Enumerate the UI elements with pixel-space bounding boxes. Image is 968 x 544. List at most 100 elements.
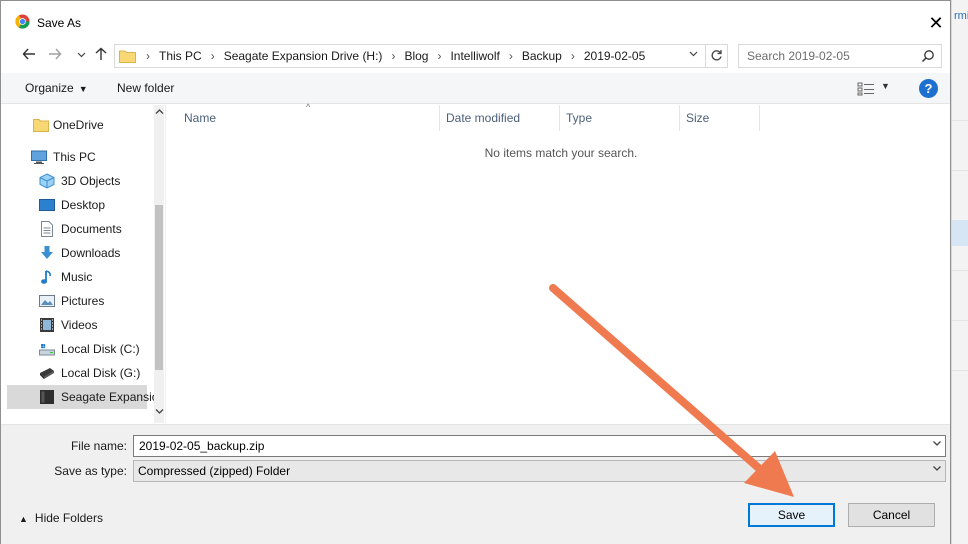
breadcrumb-separator[interactable]: › <box>566 49 580 63</box>
breadcrumb-separator[interactable]: › <box>386 49 400 63</box>
save-button[interactable]: Save <box>748 503 835 527</box>
sidebar-item-label: Music <box>61 270 93 284</box>
up-button[interactable] <box>91 47 111 65</box>
scroll-down-icon[interactable] <box>154 407 164 417</box>
sidebar-item-videos[interactable]: Videos <box>7 313 147 337</box>
chrome-icon <box>15 14 30 29</box>
background-divider <box>952 320 968 321</box>
sidebar-item-local-disk-g[interactable]: Local Disk (G:) <box>7 361 147 385</box>
music-icon <box>41 270 51 284</box>
navigation-pane: OneDrive This PC 3D Objects Desktop Docu… <box>7 105 164 423</box>
search-box[interactable] <box>738 44 942 68</box>
background-divider <box>952 170 968 171</box>
search-icon[interactable] <box>921 49 935 63</box>
chevron-down-icon <box>155 409 163 414</box>
sidebar-item-label: 3D Objects <box>61 174 121 188</box>
breadcrumb-separator[interactable]: › <box>206 49 220 63</box>
breadcrumb-current-folder[interactable]: 2019-02-05 <box>580 49 649 63</box>
refresh-icon <box>711 50 722 61</box>
external-drive-icon <box>40 390 54 404</box>
film-icon <box>40 318 54 332</box>
filename-field[interactable]: 2019-02-05_backup.zip <box>133 435 946 457</box>
arrow-left-icon <box>22 48 35 60</box>
sidebar-item-seagate-expansion[interactable]: Seagate Expansio <box>7 385 158 409</box>
window-title: Save As <box>37 16 82 30</box>
background-divider <box>952 270 968 271</box>
save-options-panel: File name: 2019-02-05_backup.zip Save as… <box>1 424 950 544</box>
sidebar-item-documents[interactable]: Documents <box>7 217 147 241</box>
column-header-size[interactable]: Size <box>680 105 760 131</box>
address-bar[interactable]: › This PC › Seagate Expansion Drive (H:)… <box>114 44 728 68</box>
back-button[interactable] <box>19 47 39 65</box>
empty-message: No items match your search. <box>484 146 638 160</box>
sidebar-item-3d-objects[interactable]: 3D Objects <box>7 169 147 193</box>
sidebar-item-label: OneDrive <box>53 118 104 132</box>
navigation-scrollbar[interactable] <box>154 105 164 423</box>
chevron-up-icon: ▲ <box>19 514 28 524</box>
help-icon[interactable]: ? <box>919 79 938 98</box>
sidebar-item-onedrive[interactable]: OneDrive <box>7 113 147 137</box>
breadcrumb-intelliwolf[interactable]: Intelliwolf <box>446 49 503 63</box>
sidebar-item-local-disk-c[interactable]: Local Disk (C:) <box>7 337 147 361</box>
scrollbar-thumb[interactable] <box>155 205 163 370</box>
organize-menu[interactable]: Organize ▼ <box>25 81 88 95</box>
chevron-down-icon[interactable] <box>932 463 942 476</box>
address-dropdown-button[interactable] <box>684 48 702 64</box>
filename-label: File name: <box>70 439 127 453</box>
folder-icon <box>33 119 49 132</box>
forward-button[interactable] <box>45 47 65 65</box>
breadcrumb-backup[interactable]: Backup <box>518 49 566 63</box>
folder-icon <box>119 50 136 63</box>
breadcrumb-this-pc[interactable]: This PC <box>155 49 206 63</box>
view-options-icon[interactable] <box>857 82 875 96</box>
sidebar-item-pictures[interactable]: Pictures <box>7 289 147 313</box>
picture-icon <box>39 295 55 307</box>
chevron-down-icon[interactable] <box>932 438 942 451</box>
arrow-up-icon <box>95 47 107 60</box>
scroll-up-icon[interactable] <box>154 107 164 117</box>
arrow-right-icon <box>49 48 62 60</box>
breadcrumb-seagate-drive[interactable]: Seagate Expansion Drive (H:) <box>220 49 387 63</box>
sidebar-item-label: This PC <box>53 150 96 164</box>
filetype-select[interactable]: Compressed (zipped) Folder <box>133 460 946 482</box>
background-text: rmi <box>954 10 968 22</box>
new-folder-button[interactable]: New folder <box>117 81 174 95</box>
sidebar-item-label: Desktop <box>61 198 106 212</box>
hide-folders-label: Hide Folders <box>34 511 103 525</box>
hide-folders-toggle[interactable]: ▲ Hide Folders <box>19 511 103 525</box>
drive-icon <box>39 344 55 356</box>
sidebar-item-music[interactable]: Music <box>7 265 147 289</box>
breadcrumb-separator[interactable]: › <box>504 49 518 63</box>
chevron-up-icon <box>155 109 163 114</box>
cancel-button[interactable]: Cancel <box>848 503 935 527</box>
sidebar-item-downloads[interactable]: Downloads <box>7 241 147 265</box>
search-input[interactable] <box>739 45 919 67</box>
column-header-name[interactable]: Name <box>178 105 440 131</box>
sidebar-item-desktop[interactable]: Desktop <box>7 193 147 217</box>
column-header-date-modified[interactable]: Date modified <box>440 105 560 131</box>
command-bar: Organize ▼ New folder ▼ ? <box>1 73 950 104</box>
document-icon <box>41 221 53 237</box>
refresh-button[interactable] <box>705 45 727 67</box>
background-highlight <box>952 220 968 246</box>
breadcrumb-blog[interactable]: Blog <box>400 49 432 63</box>
chevron-down-icon <box>689 51 697 57</box>
recent-locations-button[interactable] <box>71 47 91 65</box>
breadcrumb-separator: › <box>146 49 150 63</box>
filename-value[interactable]: 2019-02-05_backup.zip <box>139 439 264 453</box>
title-bar: Save As ✕ <box>1 1 950 42</box>
sidebar-item-label: Videos <box>61 318 98 332</box>
computer-icon <box>31 150 47 164</box>
breadcrumb-separator[interactable]: › <box>432 49 446 63</box>
caret-down-icon: ▼ <box>78 84 88 94</box>
chevron-down-icon <box>77 52 85 58</box>
background-window: rmi <box>951 0 968 544</box>
sidebar-item-label: Downloads <box>61 246 121 260</box>
close-button[interactable]: ✕ <box>921 11 951 35</box>
download-icon <box>41 246 53 259</box>
file-list: ^ Name Date modified Type Size No items … <box>165 102 950 423</box>
view-dropdown-icon[interactable]: ▼ <box>881 81 890 91</box>
sidebar-item-this-pc[interactable]: This PC <box>7 145 147 169</box>
column-header-type[interactable]: Type <box>560 105 680 131</box>
sidebar-item-label: Documents <box>61 222 122 236</box>
